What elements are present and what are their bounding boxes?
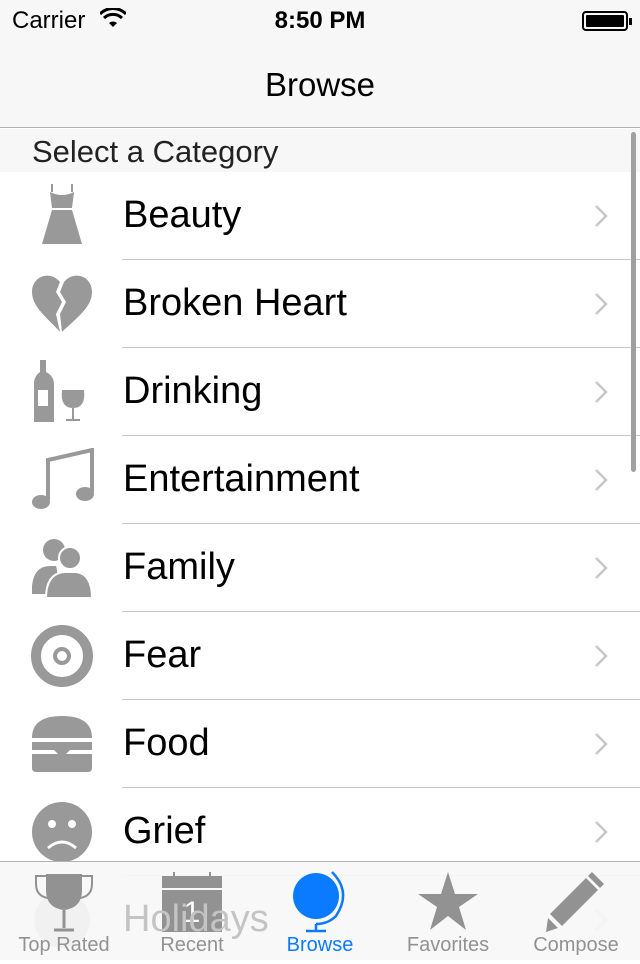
category-label: Grief bbox=[123, 810, 206, 852]
target-icon bbox=[31, 625, 93, 687]
category-row-beauty[interactable]: Beauty bbox=[0, 172, 640, 260]
trophy-icon bbox=[35, 874, 93, 932]
chevron-right-icon bbox=[595, 381, 608, 403]
chevron-right-icon bbox=[595, 293, 608, 315]
wine-icon bbox=[34, 360, 85, 422]
sad-face-icon bbox=[32, 802, 92, 862]
burger-icon bbox=[32, 716, 92, 772]
navigation-bar: Browse bbox=[0, 40, 640, 128]
clock: 8:50 PM bbox=[274, 7, 366, 34]
dress-icon bbox=[42, 184, 82, 244]
battery-icon bbox=[582, 11, 632, 31]
category-label: Drinking bbox=[123, 370, 263, 412]
scrollbar[interactable] bbox=[631, 132, 636, 472]
category-row-food[interactable]: Food bbox=[0, 700, 640, 788]
tab-label: Favorites bbox=[406, 934, 490, 956]
category-label: Holidays bbox=[123, 898, 269, 940]
chevron-right-icon bbox=[595, 469, 608, 491]
globe-icon bbox=[293, 871, 345, 933]
tab-top-rated[interactable]: Top Rated bbox=[0, 862, 128, 960]
chevron-right-icon bbox=[595, 821, 608, 843]
pencil-icon bbox=[546, 872, 604, 932]
section-header: Select a Category bbox=[0, 129, 640, 172]
category-label: Beauty bbox=[123, 194, 242, 236]
page-title: Browse bbox=[264, 66, 376, 103]
category-label: Entertainment bbox=[123, 458, 360, 500]
tab-compose[interactable]: Compose bbox=[512, 862, 640, 960]
tab-favorites[interactable]: Favorites bbox=[384, 862, 512, 960]
category-row-drinking[interactable]: Drinking bbox=[0, 348, 640, 436]
tab-label: Browse bbox=[286, 934, 354, 956]
music-note-icon bbox=[32, 448, 94, 509]
chevron-right-icon bbox=[595, 205, 608, 227]
people-icon bbox=[32, 539, 94, 599]
tab-label: Top Rated bbox=[18, 934, 110, 956]
category-label: Fear bbox=[123, 634, 202, 676]
chevron-right-icon bbox=[595, 557, 608, 579]
category-label: Food bbox=[123, 722, 210, 764]
category-row-family[interactable]: Family bbox=[0, 524, 640, 612]
star-icon bbox=[418, 872, 478, 930]
chevron-right-icon bbox=[595, 733, 608, 755]
chevron-right-icon bbox=[595, 645, 608, 667]
tab-label: Compose bbox=[533, 934, 619, 956]
category-label: Broken Heart bbox=[123, 282, 347, 324]
tab-bar: Top Rated 1 Recent Browse Favorites Comp… bbox=[0, 861, 640, 960]
category-list: Beauty Broken Heart Drinking Entertainme… bbox=[0, 172, 640, 964]
category-row-broken-heart[interactable]: Broken Heart bbox=[0, 260, 640, 348]
status-bar: Carrier 8:50 PM bbox=[0, 0, 640, 40]
category-row-entertainment[interactable]: Entertainment bbox=[0, 436, 640, 524]
category-row-fear[interactable]: Fear bbox=[0, 612, 640, 700]
broken-heart-icon bbox=[32, 275, 92, 332]
category-label: Family bbox=[123, 546, 235, 588]
tab-browse[interactable]: Browse bbox=[256, 862, 384, 960]
